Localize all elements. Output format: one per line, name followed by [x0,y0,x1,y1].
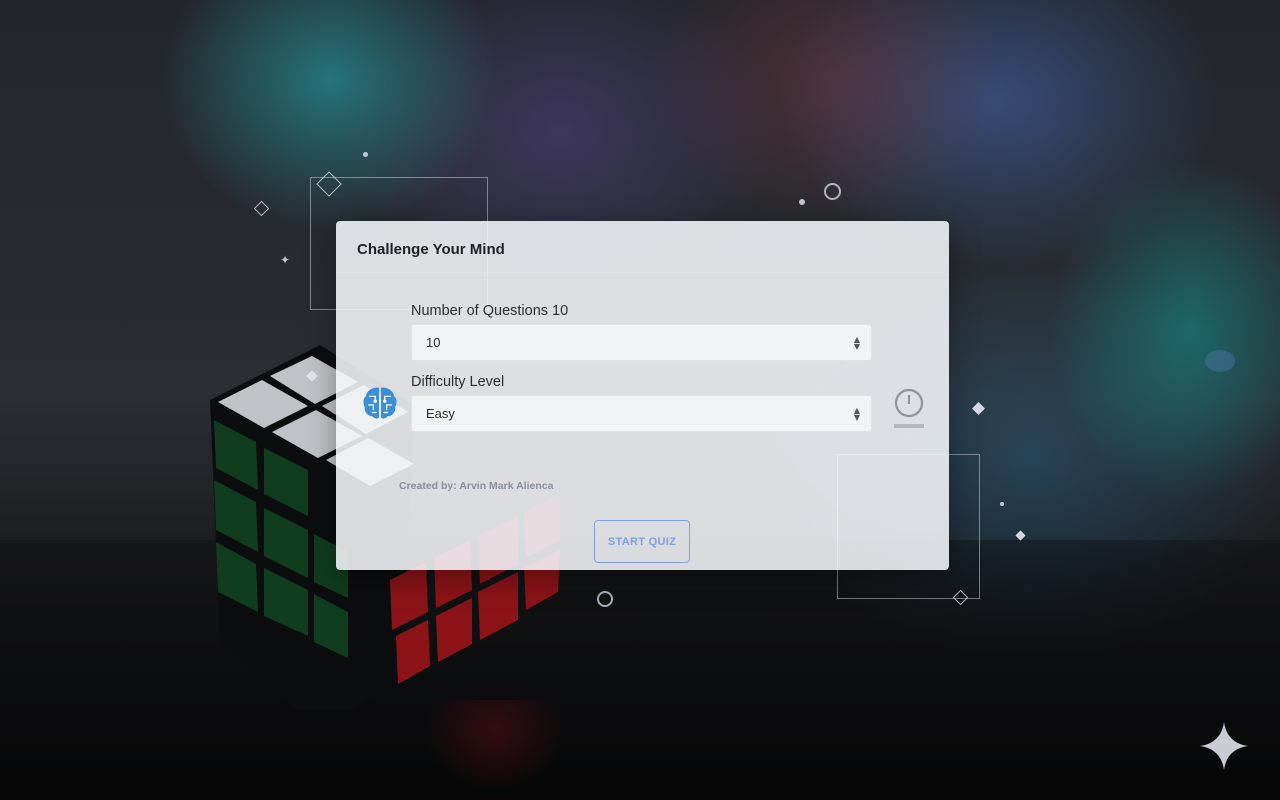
difficulty-select-value: Easy [426,406,455,421]
creator-credit: Created by: Arvin Mark Alienca [399,480,554,492]
questions-select-value: 10 [426,335,441,350]
difficulty-select[interactable]: Easy ▲ ▼ [411,395,872,432]
footer-divider [336,513,949,514]
sparkle-icon [1200,722,1248,770]
deco-ring [597,591,613,607]
deco-diamond [1015,530,1026,541]
deco-dot [799,199,805,205]
panel-title: Challenge Your Mind [357,240,505,258]
difficulty-label: Difficulty Level [411,374,505,390]
deco-dot [363,152,368,157]
questions-label: Number of Questions 10 [411,303,569,319]
deco-dot [1000,502,1004,506]
timer-icon [894,388,924,428]
updown-arrows-icon: ▲ ▼ [853,405,860,422]
panel-header: Challenge Your Mind [336,221,949,278]
updown-arrows-icon: ▲ ▼ [853,334,860,351]
background-scene: ✦ Challenge Your Mind Number of Question… [0,0,1280,800]
deco-ring [824,183,841,200]
deco-diamond [253,200,270,217]
start-quiz-button[interactable]: START QUIZ [594,520,690,563]
floor-surface [0,540,1280,800]
deco-diamond [972,402,985,415]
deco-sparkle: ✦ [280,253,291,267]
quiz-setup-panel: Challenge Your Mind Number of Questions … [336,221,949,570]
brain-icon [363,387,397,419]
deco-dot [1205,350,1235,372]
questions-select[interactable]: 10 ▲ ▼ [411,324,872,361]
cube-reflection [420,700,570,800]
